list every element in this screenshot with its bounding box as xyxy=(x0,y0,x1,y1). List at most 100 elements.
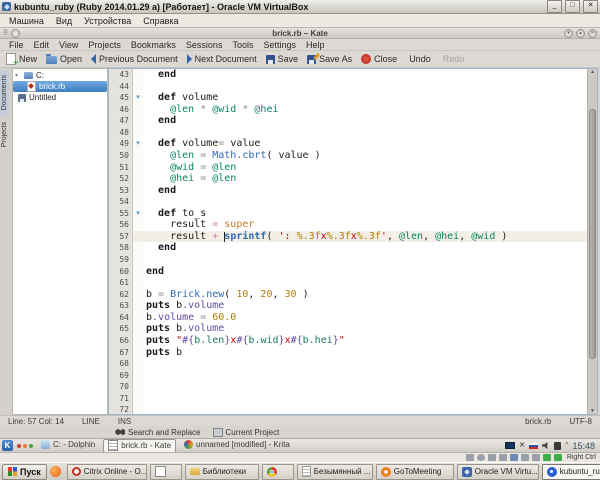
tree-item-brick-rb[interactable]: brick.rb xyxy=(13,81,107,92)
hdd-icon[interactable] xyxy=(466,454,474,461)
code-line-51[interactable]: 51 @wid = @len xyxy=(109,162,587,174)
features-icon[interactable] xyxy=(543,454,551,461)
insert-mode[interactable]: INS xyxy=(118,417,131,426)
taskbar-button-word[interactable] xyxy=(150,464,182,480)
code-line-71[interactable]: 71 xyxy=(109,393,587,405)
kate-menu-projects[interactable]: Projects xyxy=(83,40,126,50)
speaker-icon[interactable] xyxy=(542,442,550,450)
kate-menu-edit[interactable]: Edit xyxy=(29,40,55,50)
code-line-57[interactable]: 57 result + sprintf( ': %.3fx%.3fx%.3f',… xyxy=(109,231,587,243)
taskbar-button-библиотеки[interactable]: Библиотеки xyxy=(185,464,259,480)
code-line-55[interactable]: 55▾ def to_s xyxy=(109,208,587,220)
new-button[interactable]: New xyxy=(6,53,37,65)
code-editor[interactable]: 43 end4445▾ def volume46 @len * @wid * @… xyxy=(108,68,598,415)
launcher-dot-icon[interactable] xyxy=(29,444,33,448)
kate-menu-view[interactable]: View xyxy=(54,40,83,50)
kate-menu-help[interactable]: Help xyxy=(301,40,330,50)
statusbar-encoding[interactable]: UTF-8 xyxy=(569,417,592,426)
code-line-43[interactable]: 43 end xyxy=(109,69,587,81)
caret-up-icon[interactable]: ^ xyxy=(565,442,568,449)
code-line-47[interactable]: 47 end xyxy=(109,115,587,127)
scrollbar-thumb[interactable] xyxy=(589,109,596,359)
current-project-button[interactable]: Current Project xyxy=(213,428,280,437)
fold-marker-icon[interactable]: ▾ xyxy=(133,92,143,104)
code-line-54[interactable]: 54 xyxy=(109,196,587,208)
save-button[interactable]: Save xyxy=(266,54,299,64)
code-line-52[interactable]: 52 @hei = @len xyxy=(109,173,587,185)
expander-icon[interactable]: ▾ xyxy=(15,72,21,79)
kate-menu-settings[interactable]: Settings xyxy=(258,40,301,50)
open-button[interactable]: Open xyxy=(46,54,82,64)
code-line-56[interactable]: 56 result = super xyxy=(109,219,587,231)
code-line-49[interactable]: 49▾ def volume= value xyxy=(109,138,587,150)
flag-ru-icon[interactable] xyxy=(529,443,538,449)
tree-item-untitled[interactable]: Untitled xyxy=(13,92,107,103)
fold-marker-icon[interactable]: ▾ xyxy=(133,138,143,150)
kde-task-c-dolphin[interactable]: C: - Dolphin xyxy=(37,439,99,451)
display-icon[interactable] xyxy=(521,454,529,461)
restore-button[interactable]: □ xyxy=(565,0,580,13)
mouse-integration-icon[interactable] xyxy=(554,454,562,461)
code-line-46[interactable]: 46 @len * @wid * @hei xyxy=(109,104,587,116)
firefox-icon[interactable] xyxy=(50,466,61,477)
next-document-button[interactable]: Next Document xyxy=(187,54,257,64)
taskbar-button-gotomeeting[interactable]: GoToMeeting xyxy=(376,464,454,480)
code-line-58[interactable]: 58 end xyxy=(109,242,587,254)
code-line-50[interactable]: 50 @len = Math.cbrt( value ) xyxy=(109,150,587,162)
code-line-61[interactable]: 61 xyxy=(109,277,587,289)
close-button[interactable]: ✕ xyxy=(583,0,598,13)
code-line-62[interactable]: 62b = Brick.new( 10, 20, 30 ) xyxy=(109,289,587,301)
code-line-45[interactable]: 45▾ def volume xyxy=(109,92,587,104)
taskbar-button-безымянный[interactable]: Безымянный ... xyxy=(297,464,373,480)
minimize-button[interactable]: _ xyxy=(547,0,562,13)
launcher-dot-icon[interactable] xyxy=(17,444,21,448)
kate-menu-bookmarks[interactable]: Bookmarks xyxy=(126,40,181,50)
x-icon[interactable]: ✕ xyxy=(519,442,525,450)
kate-menu-tools[interactable]: Tools xyxy=(227,40,258,50)
clipboard-icon[interactable] xyxy=(554,442,561,450)
host-menu-справка[interactable]: Справка xyxy=(138,16,183,26)
code-line-44[interactable]: 44 xyxy=(109,81,587,93)
host-menu-вид[interactable]: Вид xyxy=(51,16,77,26)
usb-icon[interactable] xyxy=(499,454,507,461)
code-line-66[interactable]: 66puts "#{b.len}x#{b.wid}x#{b.hei}" xyxy=(109,335,587,347)
redo-button[interactable]: Redo xyxy=(440,54,465,64)
close-button[interactable]: Close xyxy=(361,54,397,64)
code-line-53[interactable]: 53 end xyxy=(109,185,587,197)
taskbar-button-citrix-online-o[interactable]: Citrix Online - O... xyxy=(67,464,147,480)
kate-menu-file[interactable]: File xyxy=(4,40,29,50)
undo-button[interactable]: Undo xyxy=(406,54,431,64)
search-and-replace-button[interactable]: Search and Replace xyxy=(115,428,201,437)
vertical-scrollbar[interactable]: ▲ ▼ xyxy=(587,69,597,414)
code-line-67[interactable]: 67puts b xyxy=(109,347,587,359)
cd-icon[interactable] xyxy=(477,454,485,461)
taskbar-button-oracle-vm-virtu[interactable]: Oracle VM Virtu... xyxy=(457,464,539,480)
video-capture-icon[interactable] xyxy=(532,454,540,461)
network-icon[interactable] xyxy=(488,454,496,461)
code-line-69[interactable]: 69 xyxy=(109,370,587,382)
fold-marker-icon[interactable]: ▾ xyxy=(133,208,143,220)
previous-document-button[interactable]: Previous Document xyxy=(91,54,178,64)
kde-menu-button[interactable]: K xyxy=(2,440,13,451)
host-menu-устройства[interactable]: Устройства xyxy=(79,16,136,26)
selection-mode[interactable]: LINE xyxy=(82,417,100,426)
save-as-button[interactable]: Save As xyxy=(307,54,352,64)
kde-task-brick-rb-kate[interactable]: brick.rb - Kate xyxy=(103,439,176,453)
code-line-48[interactable]: 48 xyxy=(109,127,587,139)
sidebar-tab-projects[interactable]: Projects xyxy=(0,117,9,152)
code-line-64[interactable]: 64b.volume = 60.0 xyxy=(109,312,587,324)
tree-item-c[interactable]: ▾C: xyxy=(13,70,107,81)
kate-menu-sessions[interactable]: Sessions xyxy=(181,40,228,50)
shared-folders-icon[interactable] xyxy=(510,454,518,461)
code-line-63[interactable]: 63puts b.volume xyxy=(109,300,587,312)
code-line-70[interactable]: 70 xyxy=(109,381,587,393)
code-line-68[interactable]: 68 xyxy=(109,358,587,370)
code-line-65[interactable]: 65puts b.volume xyxy=(109,323,587,335)
scroll-down-icon[interactable]: ▼ xyxy=(588,408,597,414)
code-line-60[interactable]: 60end xyxy=(109,266,587,278)
kde-task-unnamed-modified-krita[interactable]: unnamed [modified] - Krita xyxy=(180,439,294,451)
code-line-59[interactable]: 59 xyxy=(109,254,587,266)
code-line-72[interactable]: 72 xyxy=(109,404,587,414)
scroll-up-icon[interactable]: ▲ xyxy=(588,69,597,75)
monitor-tray-icon[interactable] xyxy=(505,442,515,449)
